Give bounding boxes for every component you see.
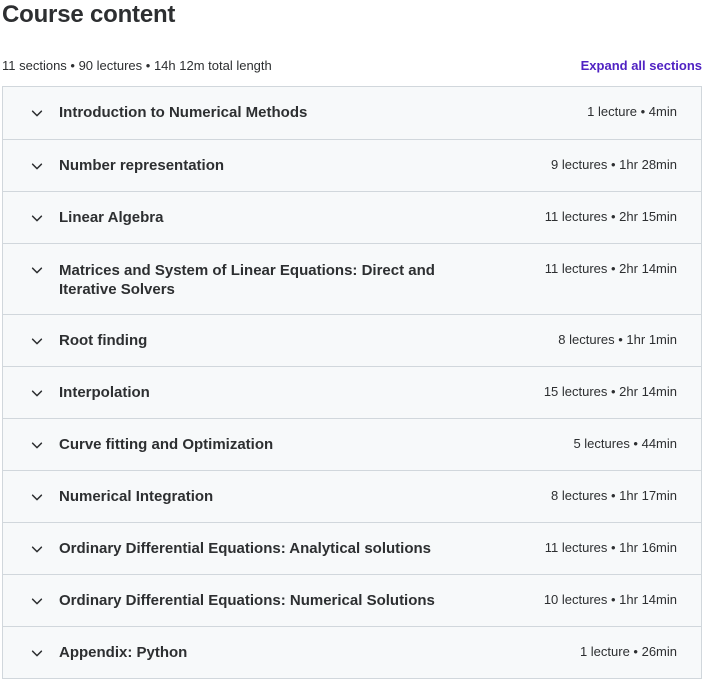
chevron-down-icon <box>29 158 45 174</box>
section-meta: 11 lectures • 1hr 16min <box>544 540 677 555</box>
section-item[interactable]: Curve fitting and Optimization 5 lecture… <box>3 418 701 470</box>
chevron-down-icon <box>29 489 45 505</box>
section-title: Introduction to Numerical Methods <box>59 104 308 121</box>
section-item[interactable]: Ordinary Differential Equations: Numeric… <box>3 574 701 626</box>
chevron-down-icon <box>29 593 45 609</box>
chevron-down-icon <box>29 262 45 278</box>
chevron-down-icon <box>29 385 45 401</box>
section-item[interactable]: Matrices and System of Linear Equations:… <box>3 243 701 314</box>
section-meta: 1 lecture • 26min <box>579 644 677 659</box>
section-item[interactable]: Linear Algebra 11 lectures • 2hr 15min <box>3 191 701 243</box>
section-meta: 15 lectures • 2hr 14min <box>543 384 677 399</box>
sections-list: Introduction to Numerical Methods 1 lect… <box>2 86 702 679</box>
section-title: Linear Algebra <box>59 209 164 226</box>
section-title: Numerical Integration <box>59 488 214 505</box>
section-meta: 8 lectures • 1hr 17min <box>551 488 677 503</box>
section-meta: 8 lectures • 1hr 1min <box>558 332 677 347</box>
chevron-down-icon <box>29 210 45 226</box>
section-title: Matrices and System of Linear Equations:… <box>59 262 435 298</box>
section-item[interactable]: Appendix: Python 1 lecture • 26min <box>3 626 701 678</box>
section-item[interactable]: Interpolation 15 lectures • 2hr 14min <box>3 366 701 418</box>
section-meta: 9 lectures • 1hr 28min <box>551 157 677 172</box>
chevron-down-icon <box>29 105 45 121</box>
course-summary: 11 sections • 90 lectures • 14h 12m tota… <box>2 58 272 73</box>
section-title: Appendix: Python <box>59 644 188 661</box>
section-meta: 11 lectures • 2hr 15min <box>544 209 677 224</box>
section-item[interactable]: Ordinary Differential Equations: Analyti… <box>3 522 701 574</box>
section-item[interactable]: Number representation 9 lectures • 1hr 2… <box>3 139 701 191</box>
section-item[interactable]: Root finding 8 lectures • 1hr 1min <box>3 314 701 366</box>
section-item[interactable]: Introduction to Numerical Methods 1 lect… <box>3 87 701 139</box>
section-meta: 10 lectures • 1hr 14min <box>543 592 677 607</box>
section-title: Root finding <box>59 332 148 349</box>
section-meta: 5 lectures • 44min <box>573 436 677 451</box>
section-title: Number representation <box>59 157 225 174</box>
chevron-down-icon <box>29 333 45 349</box>
section-meta: 1 lecture • 4min <box>587 104 677 119</box>
section-title: Curve fitting and Optimization <box>59 436 274 453</box>
section-title: Ordinary Differential Equations: Analyti… <box>59 540 432 557</box>
chevron-down-icon <box>29 437 45 453</box>
expand-all-sections-button[interactable]: Expand all sections <box>581 58 702 73</box>
page-title: Course content <box>2 1 176 28</box>
section-meta: 11 lectures • 2hr 14min <box>544 261 677 276</box>
section-title: Ordinary Differential Equations: Numeric… <box>59 592 435 609</box>
chevron-down-icon <box>29 541 45 557</box>
section-title: Interpolation <box>59 384 150 401</box>
section-item[interactable]: Numerical Integration 8 lectures • 1hr 1… <box>3 470 701 522</box>
chevron-down-icon <box>29 645 45 661</box>
